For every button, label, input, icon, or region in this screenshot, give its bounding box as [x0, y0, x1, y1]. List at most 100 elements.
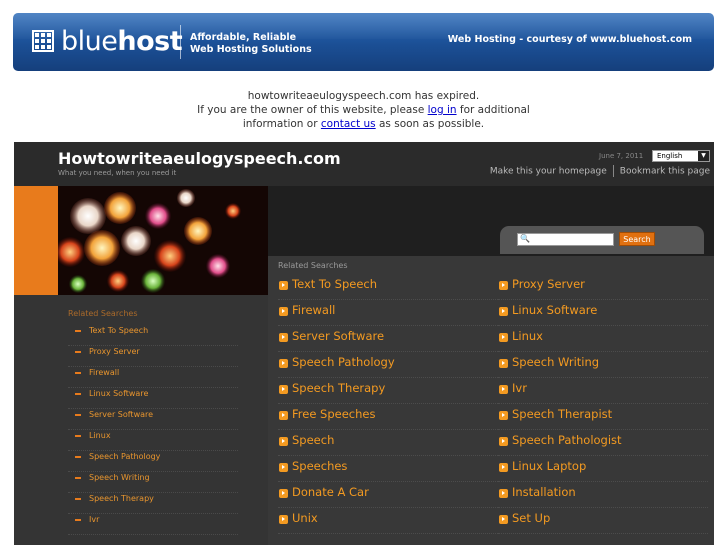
sidebar-item-label[interactable]: Linux Software — [89, 389, 148, 398]
related-link-label[interactable]: Firewall — [292, 303, 335, 317]
related-link-label[interactable]: Ivr — [512, 381, 527, 395]
arrow-bullet-icon — [279, 437, 288, 446]
site-title[interactable]: Howtowriteaeulogyspeech.com — [58, 149, 341, 168]
parked-site: Howtowriteaeulogyspeech.com What you nee… — [14, 142, 714, 545]
sidebar-item[interactable]: Speech Therapy — [68, 493, 238, 514]
related-link[interactable]: Speech Pathologist — [498, 430, 708, 456]
dash-icon — [75, 435, 81, 437]
sidebar-item[interactable]: Firewall — [68, 367, 238, 388]
related-link[interactable]: Linux — [498, 326, 708, 352]
sidebar-item-label[interactable]: Speech Pathology — [89, 452, 160, 461]
related-link[interactable]: Proxy Server — [498, 274, 708, 300]
banner-courtesy-text[interactable]: Web Hosting - courtesy of www.bluehost.c… — [448, 34, 692, 45]
sidebar-item[interactable]: Linux Software — [68, 388, 238, 409]
arrow-bullet-icon — [279, 489, 288, 498]
site-subtitle: What you need, when you need it — [58, 169, 177, 177]
related-link-label[interactable]: Donate A Car — [292, 485, 369, 499]
related-link[interactable]: Text To Speech — [278, 274, 498, 300]
sidebar-item[interactable]: Text To Speech — [68, 325, 238, 346]
related-link-label[interactable]: Speech — [292, 433, 334, 447]
related-link-label[interactable]: Speech Therapy — [292, 381, 385, 395]
related-link[interactable]: Speech Writing — [498, 352, 708, 378]
sidebar-item-label[interactable]: Firewall — [89, 368, 119, 377]
sidebar-item-label[interactable]: Speech Therapy — [89, 494, 154, 503]
related-link[interactable]: Free Speeches — [278, 404, 498, 430]
related-link-label[interactable]: Installation — [512, 485, 576, 499]
search-input[interactable]: 🔍 — [517, 233, 614, 246]
sidebar-item-label[interactable]: Speech Writing — [89, 473, 150, 482]
related-link-label[interactable]: Unix — [292, 511, 318, 525]
related-link-label[interactable]: Text To Speech — [292, 277, 377, 291]
arrow-bullet-icon — [279, 333, 288, 342]
related-link[interactable]: Donate A Car — [278, 482, 498, 508]
dash-icon — [75, 498, 81, 500]
sidebar-item-label[interactable]: Proxy Server — [89, 347, 140, 356]
arrow-bullet-icon — [499, 411, 508, 420]
related-link[interactable]: Server Software — [278, 326, 498, 352]
related-link-label[interactable]: Speech Writing — [512, 355, 599, 369]
dash-icon — [75, 456, 81, 458]
sidebar-item[interactable]: Ivr — [68, 514, 238, 535]
related-link[interactable]: Speech Therapist — [498, 404, 708, 430]
arrow-bullet-icon — [279, 307, 288, 316]
arrow-bullet-icon — [499, 333, 508, 342]
search-button[interactable]: Search — [619, 232, 655, 246]
tagline-line1: Affordable, Reliable — [190, 32, 297, 43]
contact-us-link[interactable]: contact us — [321, 118, 376, 130]
make-homepage-link[interactable]: Make this your homepage — [490, 167, 607, 177]
related-link-label[interactable]: Linux Laptop — [512, 459, 586, 473]
sidebar-item-label[interactable]: Server Software — [89, 410, 153, 419]
logo-bold-text: host — [117, 26, 183, 57]
main-heading: Related Searches — [278, 261, 348, 270]
related-link-label[interactable]: Linux — [512, 329, 543, 343]
bookmark-link[interactable]: Bookmark this page — [620, 167, 710, 177]
related-link[interactable]: Set Up — [498, 508, 708, 534]
arrow-bullet-icon — [279, 385, 288, 394]
sidebar-item[interactable]: Speech Pathology — [68, 451, 238, 472]
related-link-label[interactable]: Speeches — [292, 459, 347, 473]
sidebar-item-label[interactable]: Ivr — [89, 515, 99, 524]
chevron-down-icon[interactable]: ▼ — [698, 151, 709, 161]
arrow-bullet-icon — [499, 359, 508, 368]
language-select[interactable]: English ▼ — [652, 150, 710, 162]
related-link[interactable]: Speech — [278, 430, 498, 456]
sidebar-item[interactable]: Speech Writing — [68, 472, 238, 493]
related-link-label[interactable]: Proxy Server — [512, 277, 585, 291]
expired-line3: information or contact us as soon as pos… — [0, 117, 727, 131]
sidebar-item-label[interactable]: Linux — [89, 431, 111, 440]
sidebar-item-label[interactable]: Text To Speech — [89, 326, 148, 335]
related-link-label[interactable]: Speech Therapist — [512, 407, 612, 421]
language-value: English — [657, 152, 683, 160]
related-link[interactable]: Ivr — [498, 378, 708, 404]
related-link-label[interactable]: Speech Pathologist — [512, 433, 622, 447]
search-box: 🔍 Search — [500, 226, 704, 254]
related-link[interactable]: Speech Pathology — [278, 352, 498, 378]
arrow-bullet-icon — [279, 463, 288, 472]
related-link-label[interactable]: Speech Pathology — [292, 355, 395, 369]
expired-line2-text: If you are the owner of this website, pl… — [197, 104, 428, 116]
related-link-label[interactable]: Linux Software — [512, 303, 597, 317]
dash-icon — [75, 351, 81, 353]
related-link-label[interactable]: Set Up — [512, 511, 550, 525]
sidebar-item[interactable]: Proxy Server — [68, 346, 238, 367]
related-link[interactable]: Installation — [498, 482, 708, 508]
related-link[interactable]: Speeches — [278, 456, 498, 482]
arrow-bullet-icon — [499, 437, 508, 446]
related-link[interactable]: Unix — [278, 508, 498, 534]
related-link-label[interactable]: Server Software — [292, 329, 384, 343]
related-link[interactable]: Linux Laptop — [498, 456, 708, 482]
bluehost-logo[interactable]: bluehost — [61, 26, 183, 58]
related-link-label[interactable]: Free Speeches — [292, 407, 376, 421]
arrow-bullet-icon — [499, 489, 508, 498]
sidebar-item[interactable]: Linux — [68, 430, 238, 451]
dash-icon — [75, 519, 81, 521]
related-link[interactable]: Firewall — [278, 300, 498, 326]
dash-icon — [75, 477, 81, 479]
sidebar-item[interactable]: Server Software — [68, 409, 238, 430]
related-link[interactable]: Speech Therapy — [278, 378, 498, 404]
login-link[interactable]: log in — [428, 104, 457, 116]
search-icon: 🔍 — [520, 234, 530, 243]
sidebar-heading: Related Searches — [68, 309, 138, 318]
related-link[interactable]: Linux Software — [498, 300, 708, 326]
bluehost-banner[interactable]: bluehost Affordable, Reliable Web Hostin… — [13, 13, 714, 71]
